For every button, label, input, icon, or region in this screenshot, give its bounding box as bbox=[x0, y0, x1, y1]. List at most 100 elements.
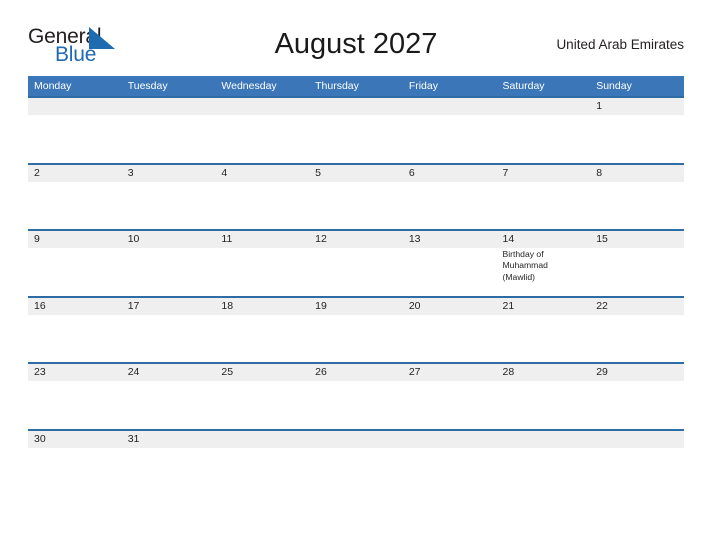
day-event-line: (Mawlid) bbox=[502, 271, 535, 282]
dow-saturday: Saturday bbox=[502, 80, 545, 92]
calendar-day-cell[interactable]: 20 bbox=[402, 297, 497, 362]
day-number-band bbox=[402, 430, 497, 448]
calendar-day-cell[interactable]: 22 bbox=[590, 297, 684, 362]
calendar-day-cell[interactable]: 17 bbox=[121, 297, 216, 362]
day-events: Birthday of Muhammad (Mawlid) bbox=[503, 249, 588, 283]
calendar-page: General Blue August 2027 United Arab Emi… bbox=[0, 0, 712, 550]
day-number: 21 bbox=[502, 299, 515, 312]
calendar-week-row: 16 17 18 19 20 21 22 bbox=[28, 295, 684, 362]
calendar-day-cell[interactable]: 28 bbox=[496, 364, 591, 429]
calendar-day-cell[interactable]: 3 bbox=[121, 164, 216, 229]
day-number: 3 bbox=[127, 166, 134, 179]
day-of-week-header-row: Monday Tuesday Wednesday Thursday Friday… bbox=[28, 76, 684, 96]
calendar-day-cell-empty bbox=[496, 430, 591, 495]
day-number: 27 bbox=[408, 366, 421, 378]
day-number: 24 bbox=[127, 366, 140, 378]
day-number: 25 bbox=[221, 366, 234, 378]
day-number: 12 bbox=[315, 233, 327, 245]
day-number: 9 bbox=[34, 233, 40, 245]
calendar-day-cell-empty bbox=[215, 98, 310, 163]
day-number-band bbox=[402, 98, 497, 115]
day-event-line: Muhammad bbox=[502, 260, 548, 271]
calendar-day-cell[interactable]: 30 bbox=[28, 430, 122, 495]
calendar-day-cell[interactable]: 5 bbox=[309, 164, 403, 229]
calendar-day-cell[interactable]: 21 bbox=[496, 297, 591, 362]
day-number: 19 bbox=[315, 299, 327, 312]
day-number: 14 bbox=[502, 233, 515, 245]
calendar-week-row: 30 31 bbox=[28, 428, 684, 495]
calendar-day-cell[interactable]: 13 bbox=[402, 231, 497, 296]
calendar-day-cell[interactable]: 25 bbox=[215, 364, 310, 429]
day-number: 22 bbox=[596, 299, 608, 312]
dow-wednesday: Wednesday bbox=[221, 80, 277, 92]
calendar-day-cell[interactable]: 1 bbox=[590, 98, 684, 163]
calendar-day-cell[interactable]: 31 bbox=[121, 430, 216, 495]
calendar-day-cell[interactable]: 4 bbox=[215, 164, 310, 229]
calendar-day-cell[interactable]: 6 bbox=[402, 164, 497, 229]
day-number: 15 bbox=[596, 233, 608, 245]
calendar-week-row: 23 24 25 26 27 28 29 bbox=[28, 362, 684, 429]
calendar-day-cell[interactable]: 23 bbox=[28, 364, 122, 429]
day-number: 17 bbox=[127, 299, 140, 312]
day-number: 4 bbox=[221, 166, 228, 179]
calendar-week-row: 1 bbox=[28, 96, 684, 163]
calendar-day-cell[interactable]: 8 bbox=[590, 164, 684, 229]
calendar-day-cell-empty bbox=[121, 98, 216, 163]
day-number: 18 bbox=[221, 299, 234, 312]
day-number: 23 bbox=[34, 366, 46, 378]
day-number: 29 bbox=[596, 366, 608, 378]
calendar-grid: Monday Tuesday Wednesday Thursday Friday… bbox=[28, 76, 684, 495]
day-number-band bbox=[496, 98, 591, 115]
day-number: 30 bbox=[34, 432, 46, 445]
day-number: 6 bbox=[408, 166, 415, 179]
calendar-day-cell[interactable]: 19 bbox=[309, 297, 403, 362]
region-label: United Arab Emirates bbox=[556, 37, 684, 52]
day-number: 7 bbox=[502, 166, 509, 179]
calendar-day-cell[interactable]: 27 bbox=[402, 364, 497, 429]
calendar-day-cell-empty bbox=[309, 430, 403, 495]
calendar-day-cell-empty bbox=[590, 430, 684, 495]
calendar-day-cell[interactable]: 7 bbox=[496, 164, 591, 229]
day-number-band bbox=[590, 164, 684, 182]
page-header: General Blue August 2027 United Arab Emi… bbox=[28, 24, 684, 72]
day-number: 28 bbox=[502, 366, 515, 378]
calendar-day-cell-empty bbox=[28, 98, 122, 163]
calendar-day-cell[interactable]: 12 bbox=[309, 231, 403, 296]
calendar-week-row: 9 10 11 12 13 14 Birthday of Muhammad (Mawlid) 15 bbox=[28, 229, 684, 296]
calendar-day-cell[interactable]: 2 bbox=[28, 164, 122, 229]
dow-sunday: Sunday bbox=[596, 80, 632, 92]
calendar-day-cell[interactable]: 10 bbox=[121, 231, 216, 296]
calendar-day-cell[interactable]: 9 bbox=[28, 231, 122, 296]
day-number-band bbox=[28, 164, 122, 182]
day-event-line: Birthday of bbox=[502, 249, 544, 259]
day-number-band bbox=[215, 430, 310, 448]
day-number-band bbox=[28, 98, 122, 115]
calendar-day-cell[interactable]: 29 bbox=[590, 364, 684, 429]
day-number: 13 bbox=[408, 233, 421, 245]
day-number-band bbox=[215, 98, 310, 115]
day-number-band bbox=[121, 98, 216, 115]
dow-monday: Monday bbox=[34, 80, 72, 92]
day-number: 2 bbox=[34, 166, 40, 179]
calendar-day-cell[interactable]: 15 bbox=[590, 231, 684, 296]
calendar-day-cell-empty bbox=[402, 98, 497, 163]
calendar-day-cell[interactable]: 18 bbox=[215, 297, 310, 362]
day-number-band bbox=[28, 231, 122, 248]
calendar-day-cell[interactable]: 26 bbox=[309, 364, 403, 429]
calendar-day-cell[interactable]: 24 bbox=[121, 364, 216, 429]
dow-friday: Friday bbox=[408, 80, 438, 92]
dow-thursday: Thursday bbox=[315, 80, 359, 92]
day-number-band bbox=[309, 164, 403, 182]
calendar-day-cell[interactable]: 16 bbox=[28, 297, 122, 362]
day-number: 31 bbox=[127, 432, 140, 445]
day-number: 26 bbox=[315, 366, 327, 378]
day-number: 5 bbox=[315, 166, 321, 179]
calendar-day-cell[interactable]: 11 bbox=[215, 231, 310, 296]
day-number: 16 bbox=[34, 299, 46, 312]
day-number-band bbox=[590, 98, 684, 115]
day-number: 10 bbox=[127, 233, 140, 245]
day-number: 11 bbox=[221, 233, 233, 245]
day-number-band bbox=[309, 430, 403, 448]
day-number: 1 bbox=[596, 100, 603, 112]
calendar-day-cell[interactable]: 14 Birthday of Muhammad (Mawlid) bbox=[496, 231, 591, 296]
